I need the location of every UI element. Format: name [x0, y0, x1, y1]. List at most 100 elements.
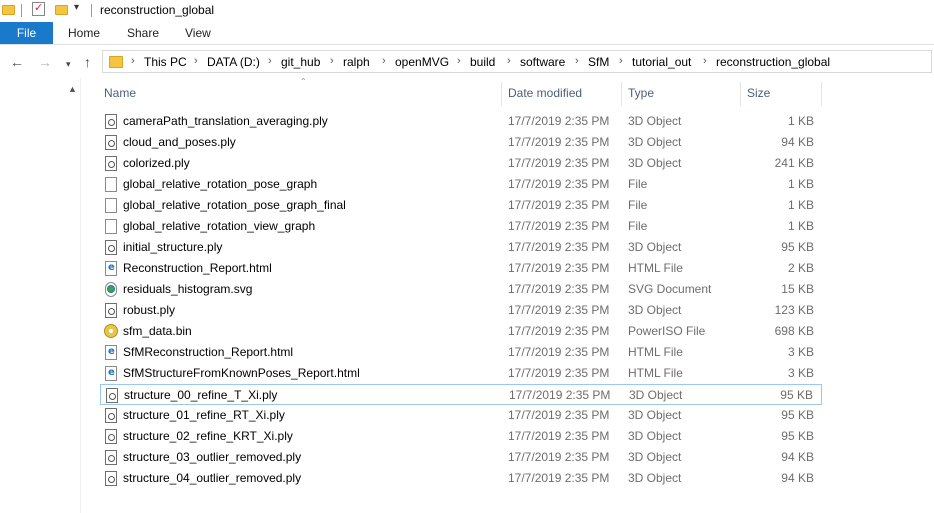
sort-ascending-icon: ⌃: [300, 77, 307, 86]
address-bar[interactable]: › This PC › DATA (D:) › git_hub › ralph …: [102, 50, 932, 73]
html-file-icon: [105, 261, 117, 276]
file-row[interactable]: global_relative_rotation_pose_graph_fina…: [100, 195, 822, 216]
file-type: File: [628, 219, 648, 233]
file-name: cameraPath_translation_averaging.ply: [123, 114, 328, 128]
file-type: 3D Object: [628, 450, 682, 464]
breadcrumb-build[interactable]: build: [470, 55, 495, 69]
blank-file-icon: [105, 198, 117, 213]
title-bar: ✓ ▾ reconstruction_global: [0, 0, 934, 22]
breadcrumb-openmvg[interactable]: openMVG: [395, 55, 449, 69]
file-row[interactable]: structure_01_refine_RT_Xi.ply 17/7/2019 2…: [100, 405, 822, 426]
file-size: 95 KB: [781, 429, 814, 443]
column-divider[interactable]: [740, 82, 741, 106]
chevron-right-icon[interactable]: ›: [575, 55, 579, 67]
file-size: 1 KB: [787, 219, 814, 233]
file-size: 698 KB: [774, 324, 814, 338]
file-row[interactable]: structure_04_outlier_removed.ply 17/7/201…: [100, 468, 822, 489]
properties-checkmark-icon[interactable]: ✓: [32, 2, 45, 16]
file-row[interactable]: initial_structure.ply 17/7/2019 2:35 PM 3D…: [100, 237, 822, 258]
chevron-right-icon[interactable]: ›: [457, 55, 461, 67]
file-name: structure_03_outlier_removed.ply: [123, 450, 302, 464]
chevron-right-icon[interactable]: ›: [703, 55, 707, 67]
breadcrumb-this-pc[interactable]: This PC: [144, 55, 187, 69]
file-date-modified: 17/7/2019 2:35 PM: [508, 135, 610, 149]
file-row[interactable]: colorized.ply 17/7/2019 2:35 PM 3D Object 2…: [100, 153, 822, 174]
chevron-right-icon[interactable]: ›: [268, 55, 272, 67]
breadcrumb-software[interactable]: software: [520, 55, 565, 69]
file-size: 95 KB: [780, 388, 813, 402]
file-row[interactable]: global_relative_rotation_view_graph 17/7/…: [100, 216, 822, 237]
new-folder-icon[interactable]: [55, 5, 68, 15]
file-row[interactable]: sfm_data.bin 17/7/2019 2:35 PM PowerISO Fi…: [100, 321, 822, 342]
file-date-modified: 17/7/2019 2:35 PM: [508, 282, 610, 296]
column-header-type[interactable]: Type: [624, 80, 739, 106]
file-row[interactable]: Reconstruction_Report.html 17/7/2019 2:35…: [100, 258, 822, 279]
file-name: sfm_data.bin: [123, 324, 192, 338]
back-arrow-icon[interactable]: ←: [10, 54, 24, 70]
folder-icon: [109, 56, 123, 68]
3d-object-file-icon: [105, 240, 117, 255]
file-type: 3D Object: [628, 429, 682, 443]
svg-document-icon: [105, 282, 117, 297]
up-arrow-icon[interactable]: ↑: [84, 54, 91, 70]
recent-locations-chevron-icon[interactable]: ▾: [66, 56, 71, 72]
file-row[interactable]: SfMStructureFromKnownPoses_Report.html 17…: [100, 363, 822, 384]
file-date-modified: 17/7/2019 2:35 PM: [508, 366, 610, 380]
file-size: 241 KB: [774, 156, 814, 170]
file-row[interactable]: structure_00_refine_T_Xi.ply 17/7/2019 2:…: [100, 384, 822, 405]
3d-object-file-icon: [105, 114, 117, 129]
file-size: 94 KB: [781, 135, 814, 149]
file-date-modified: 17/7/2019 2:35 PM: [508, 261, 610, 275]
file-type: File: [628, 198, 648, 212]
blank-file-icon: [105, 177, 117, 192]
tab-share[interactable]: Share: [127, 22, 159, 44]
chevron-right-icon[interactable]: ›: [194, 55, 198, 67]
file-row[interactable]: structure_03_outlier_removed.ply 17/7/201…: [100, 447, 822, 468]
column-header-size[interactable]: Size: [743, 80, 821, 106]
file-row[interactable]: robust.ply 17/7/2019 2:35 PM 3D Object 123 …: [100, 300, 822, 321]
file-name: robust.ply: [123, 303, 176, 317]
file-date-modified: 17/7/2019 2:35 PM: [508, 303, 610, 317]
chevron-right-icon[interactable]: ›: [507, 55, 511, 67]
column-header-date-modified[interactable]: Date modified: [504, 80, 622, 106]
file-row[interactable]: SfMReconstruction_Report.html 17/7/2019 2…: [100, 342, 822, 363]
window-title: reconstruction_global: [100, 3, 215, 17]
file-size: 2 KB: [787, 261, 814, 275]
file-row[interactable]: global_relative_rotation_pose_graph 17/7/…: [100, 174, 822, 195]
breadcrumb-data-drive[interactable]: DATA (D:): [207, 55, 260, 69]
file-size: 123 KB: [774, 303, 814, 317]
file-row[interactable]: cameraPath_translation_averaging.ply 17/7…: [100, 111, 822, 132]
file-date-modified: 17/7/2019 2:35 PM: [508, 450, 610, 464]
scroll-up-arrow-icon[interactable]: ▲: [68, 84, 77, 94]
file-type: 3D Object: [628, 471, 682, 485]
ribbon-tabs: File Home Share View: [0, 22, 934, 45]
file-size: 1 KB: [787, 198, 814, 212]
breadcrumb-git-hub[interactable]: git_hub: [281, 55, 320, 69]
html-file-icon: [105, 345, 117, 360]
tab-file[interactable]: File: [0, 22, 53, 44]
forward-arrow-icon[interactable]: →: [38, 54, 52, 70]
file-row[interactable]: residuals_histogram.svg 17/7/2019 2:35 PM…: [100, 279, 822, 300]
file-date-modified: 17/7/2019 2:35 PM: [509, 388, 611, 402]
breadcrumb-sfm[interactable]: SfM: [588, 55, 609, 69]
tab-home[interactable]: Home: [68, 22, 100, 44]
chevron-right-icon[interactable]: ›: [619, 55, 623, 67]
breadcrumb-tutorial-out[interactable]: tutorial_out: [632, 55, 691, 69]
chevron-right-icon[interactable]: ›: [131, 55, 135, 67]
file-type: 3D Object: [628, 240, 682, 254]
column-divider[interactable]: [621, 82, 622, 106]
file-date-modified: 17/7/2019 2:35 PM: [508, 471, 610, 485]
breadcrumb-ralph[interactable]: ralph: [343, 55, 370, 69]
file-type: File: [628, 177, 648, 191]
customize-toolbar-dropdown-icon[interactable]: ▾: [74, 2, 79, 13]
chevron-right-icon[interactable]: ›: [330, 55, 334, 67]
column-divider[interactable]: [501, 82, 502, 106]
column-divider[interactable]: [821, 82, 822, 106]
chevron-right-icon[interactable]: ›: [382, 55, 386, 67]
file-row[interactable]: cloud_and_poses.ply 17/7/2019 2:35 PM 3D O…: [100, 132, 822, 153]
tab-view[interactable]: View: [185, 22, 211, 44]
breadcrumb-reconstruction-global[interactable]: reconstruction_global: [716, 55, 830, 69]
column-headers: Name Date modified Type Size ⌃: [100, 77, 822, 106]
folder-icon[interactable]: [2, 5, 15, 15]
file-row[interactable]: structure_02_refine_KRT_Xi.ply 17/7/2019 …: [100, 426, 822, 447]
